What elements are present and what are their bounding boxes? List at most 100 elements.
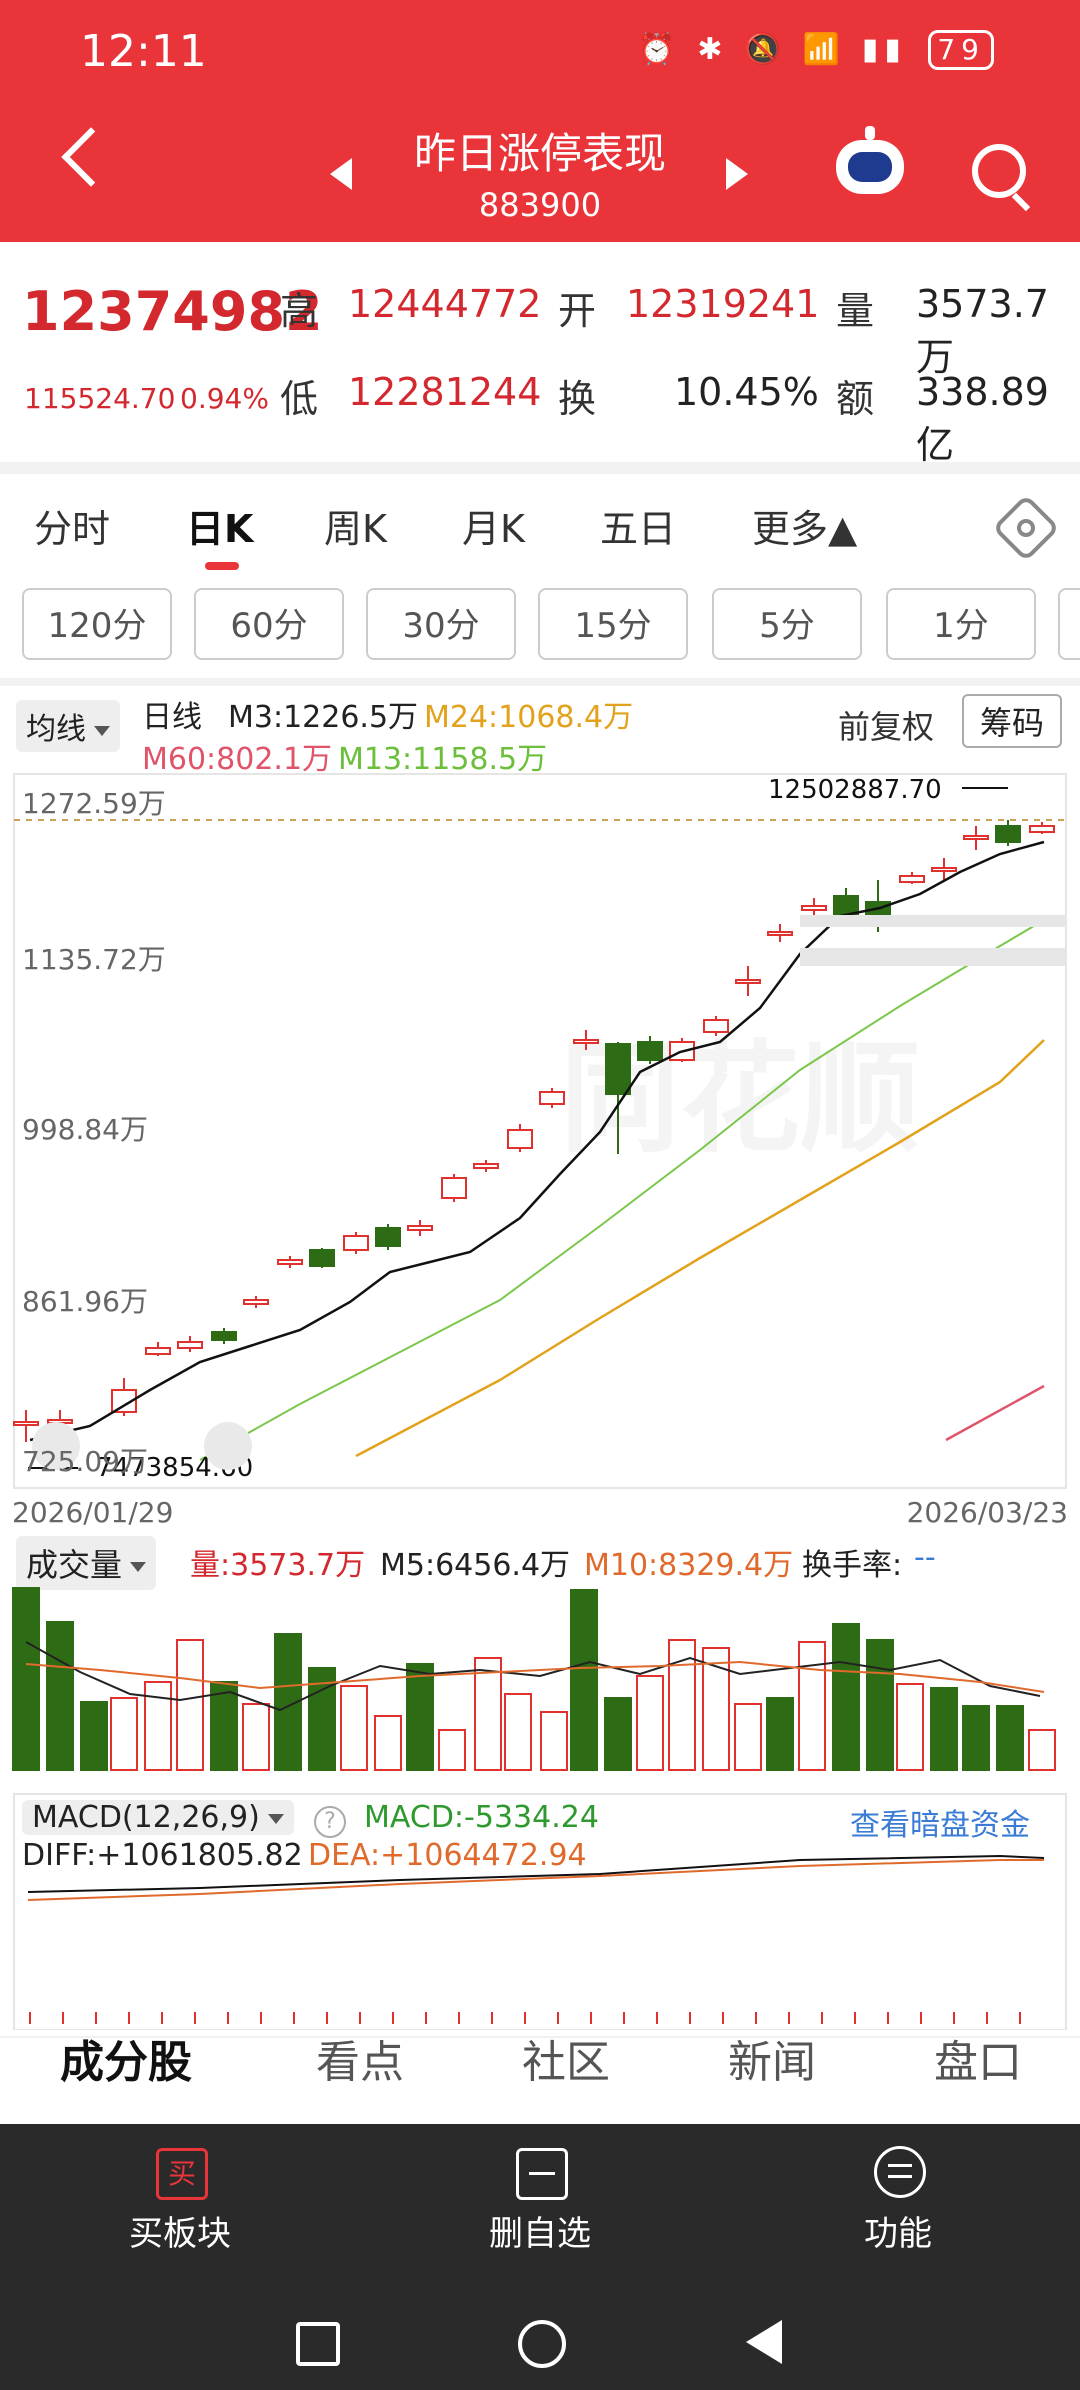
home-icon[interactable] [518,2320,566,2368]
period-more[interactable] [1058,588,1080,660]
volume-bar [110,1697,138,1771]
volume-bar [12,1587,40,1771]
tab-monthly-k[interactable]: 月K [462,498,525,553]
candle-body [145,1347,171,1355]
candle-body [343,1235,369,1251]
kline-day-label: 日线 [142,700,202,735]
volume-bar [176,1639,204,1771]
open-label: 开 [558,289,597,333]
volume-bar [540,1711,568,1771]
low-value: 12281244 [348,370,542,414]
candle-body [801,905,827,911]
period-15min[interactable]: 15分 [538,588,688,660]
volume-bar [406,1663,434,1771]
candle-body [13,1421,39,1426]
period-5min[interactable]: 5分 [712,588,862,660]
macd-chart [13,1793,1067,2030]
y-axis-label: 998.84万 [22,1113,148,1146]
mute-icon: 🔕 [743,32,788,67]
period-120min[interactable]: 120分 [22,588,172,660]
volume-bar [80,1701,108,1771]
buy-sector-button[interactable]: 买板块 [100,2206,260,2255]
tab-order-book[interactable]: 盘口 [934,2026,1022,2090]
app-header: 12:11 ⏰ ✱ 🔕 📶 ▮▮ 79 昨日涨停表现 883900 [0,0,1080,242]
volume-bar [996,1705,1024,1771]
period-30min[interactable]: 30分 [366,588,516,660]
volume-value: 3573.7万 [916,282,1049,379]
volume-current: 量:3573.7万 [190,1548,366,1583]
back-nav-icon[interactable] [746,2320,782,2364]
ma-select[interactable]: 均线 [16,700,120,752]
tab-community[interactable]: 社区 [522,2026,610,2090]
price-change: 115524.70 [24,382,176,415]
candle-body [407,1225,433,1231]
candle-body [211,1331,237,1341]
tab-news[interactable]: 新闻 [728,2026,816,2090]
volume-bar [504,1693,532,1771]
divider [0,462,1080,474]
max-price-label: 12502887.70 [768,775,942,805]
candle-body [277,1259,303,1265]
volume-bar [866,1639,894,1771]
remove-watchlist-button[interactable]: 删自选 [460,2206,620,2255]
candle-body [735,979,761,984]
tab-more[interactable]: 更多▲ [752,498,857,553]
candle-body [703,1019,729,1033]
system-nav-bar [0,2294,1080,2390]
volume-m5: M5:6456.4万 [380,1548,571,1583]
volume-bar [896,1683,924,1771]
volume-select-label: 成交量 [26,1546,123,1584]
volume-chart [12,1587,1056,1771]
chips-button[interactable]: 筹码 [962,694,1063,748]
prev-icon[interactable] [330,158,352,190]
tab-weekly-k[interactable]: 周K [324,498,387,553]
volume-bar [438,1729,466,1771]
volume-bar [734,1703,762,1771]
y-axis-label: 725.09万 [22,1445,148,1478]
bluetooth-icon: ✱ [697,32,729,67]
volume-bar [832,1623,860,1771]
tab-intraday[interactable]: 分时 [34,498,110,553]
volume-bar [766,1697,794,1771]
adjust-button[interactable]: 前复权 [838,702,934,748]
candle-body [309,1249,335,1267]
high-value: 12444772 [348,282,542,326]
volume-bar [636,1675,664,1771]
tab-daily-k[interactable]: 日K [186,498,253,553]
remove-watchlist-icon [516,2148,568,2200]
volume-bar [604,1697,632,1771]
period-60min[interactable]: 60分 [194,588,344,660]
amount-value: 338.89亿 [916,370,1049,467]
candle-body [899,875,925,883]
volume-bar [930,1687,958,1771]
volume-bar [962,1705,990,1771]
turnover-value: 10.45% [674,370,819,414]
robot-assistant-icon[interactable] [836,126,904,194]
resistance-band [800,915,1066,927]
recent-apps-icon[interactable] [296,2322,340,2366]
tab-five-day[interactable]: 五日 [600,498,676,553]
divider [0,678,1080,686]
volume-label: 量 [836,289,875,333]
back-icon[interactable] [61,127,121,187]
tab-highlights[interactable]: 看点 [316,2026,404,2090]
ma-select-label: 均线 [26,712,86,747]
period-1min[interactable]: 1分 [886,588,1036,660]
candle-body [507,1129,533,1149]
settings-icon[interactable] [992,494,1060,562]
crosshair-icon[interactable] [204,1422,252,1470]
kline-chart[interactable]: 同花顺 12502887.70 7473854.60 [0,770,1080,1510]
amount-label: 额 [836,377,875,421]
function-button[interactable]: 功能 [818,2206,978,2255]
search-icon[interactable] [972,144,1026,198]
ma24-value: M24:1068.4万 [424,700,634,735]
chevron-down-icon [130,1562,147,1572]
turnover-label: 换 [558,377,597,421]
ma3-value: M3:1226.5万 [228,700,419,735]
turnover-rate-label: 换手率: [802,1548,903,1583]
next-icon[interactable] [726,158,748,190]
volume-bar [668,1639,696,1771]
tab-constituents[interactable]: 成分股 [60,2026,192,2090]
current-price: 12374982 [22,280,323,343]
volume-bar [570,1589,598,1771]
